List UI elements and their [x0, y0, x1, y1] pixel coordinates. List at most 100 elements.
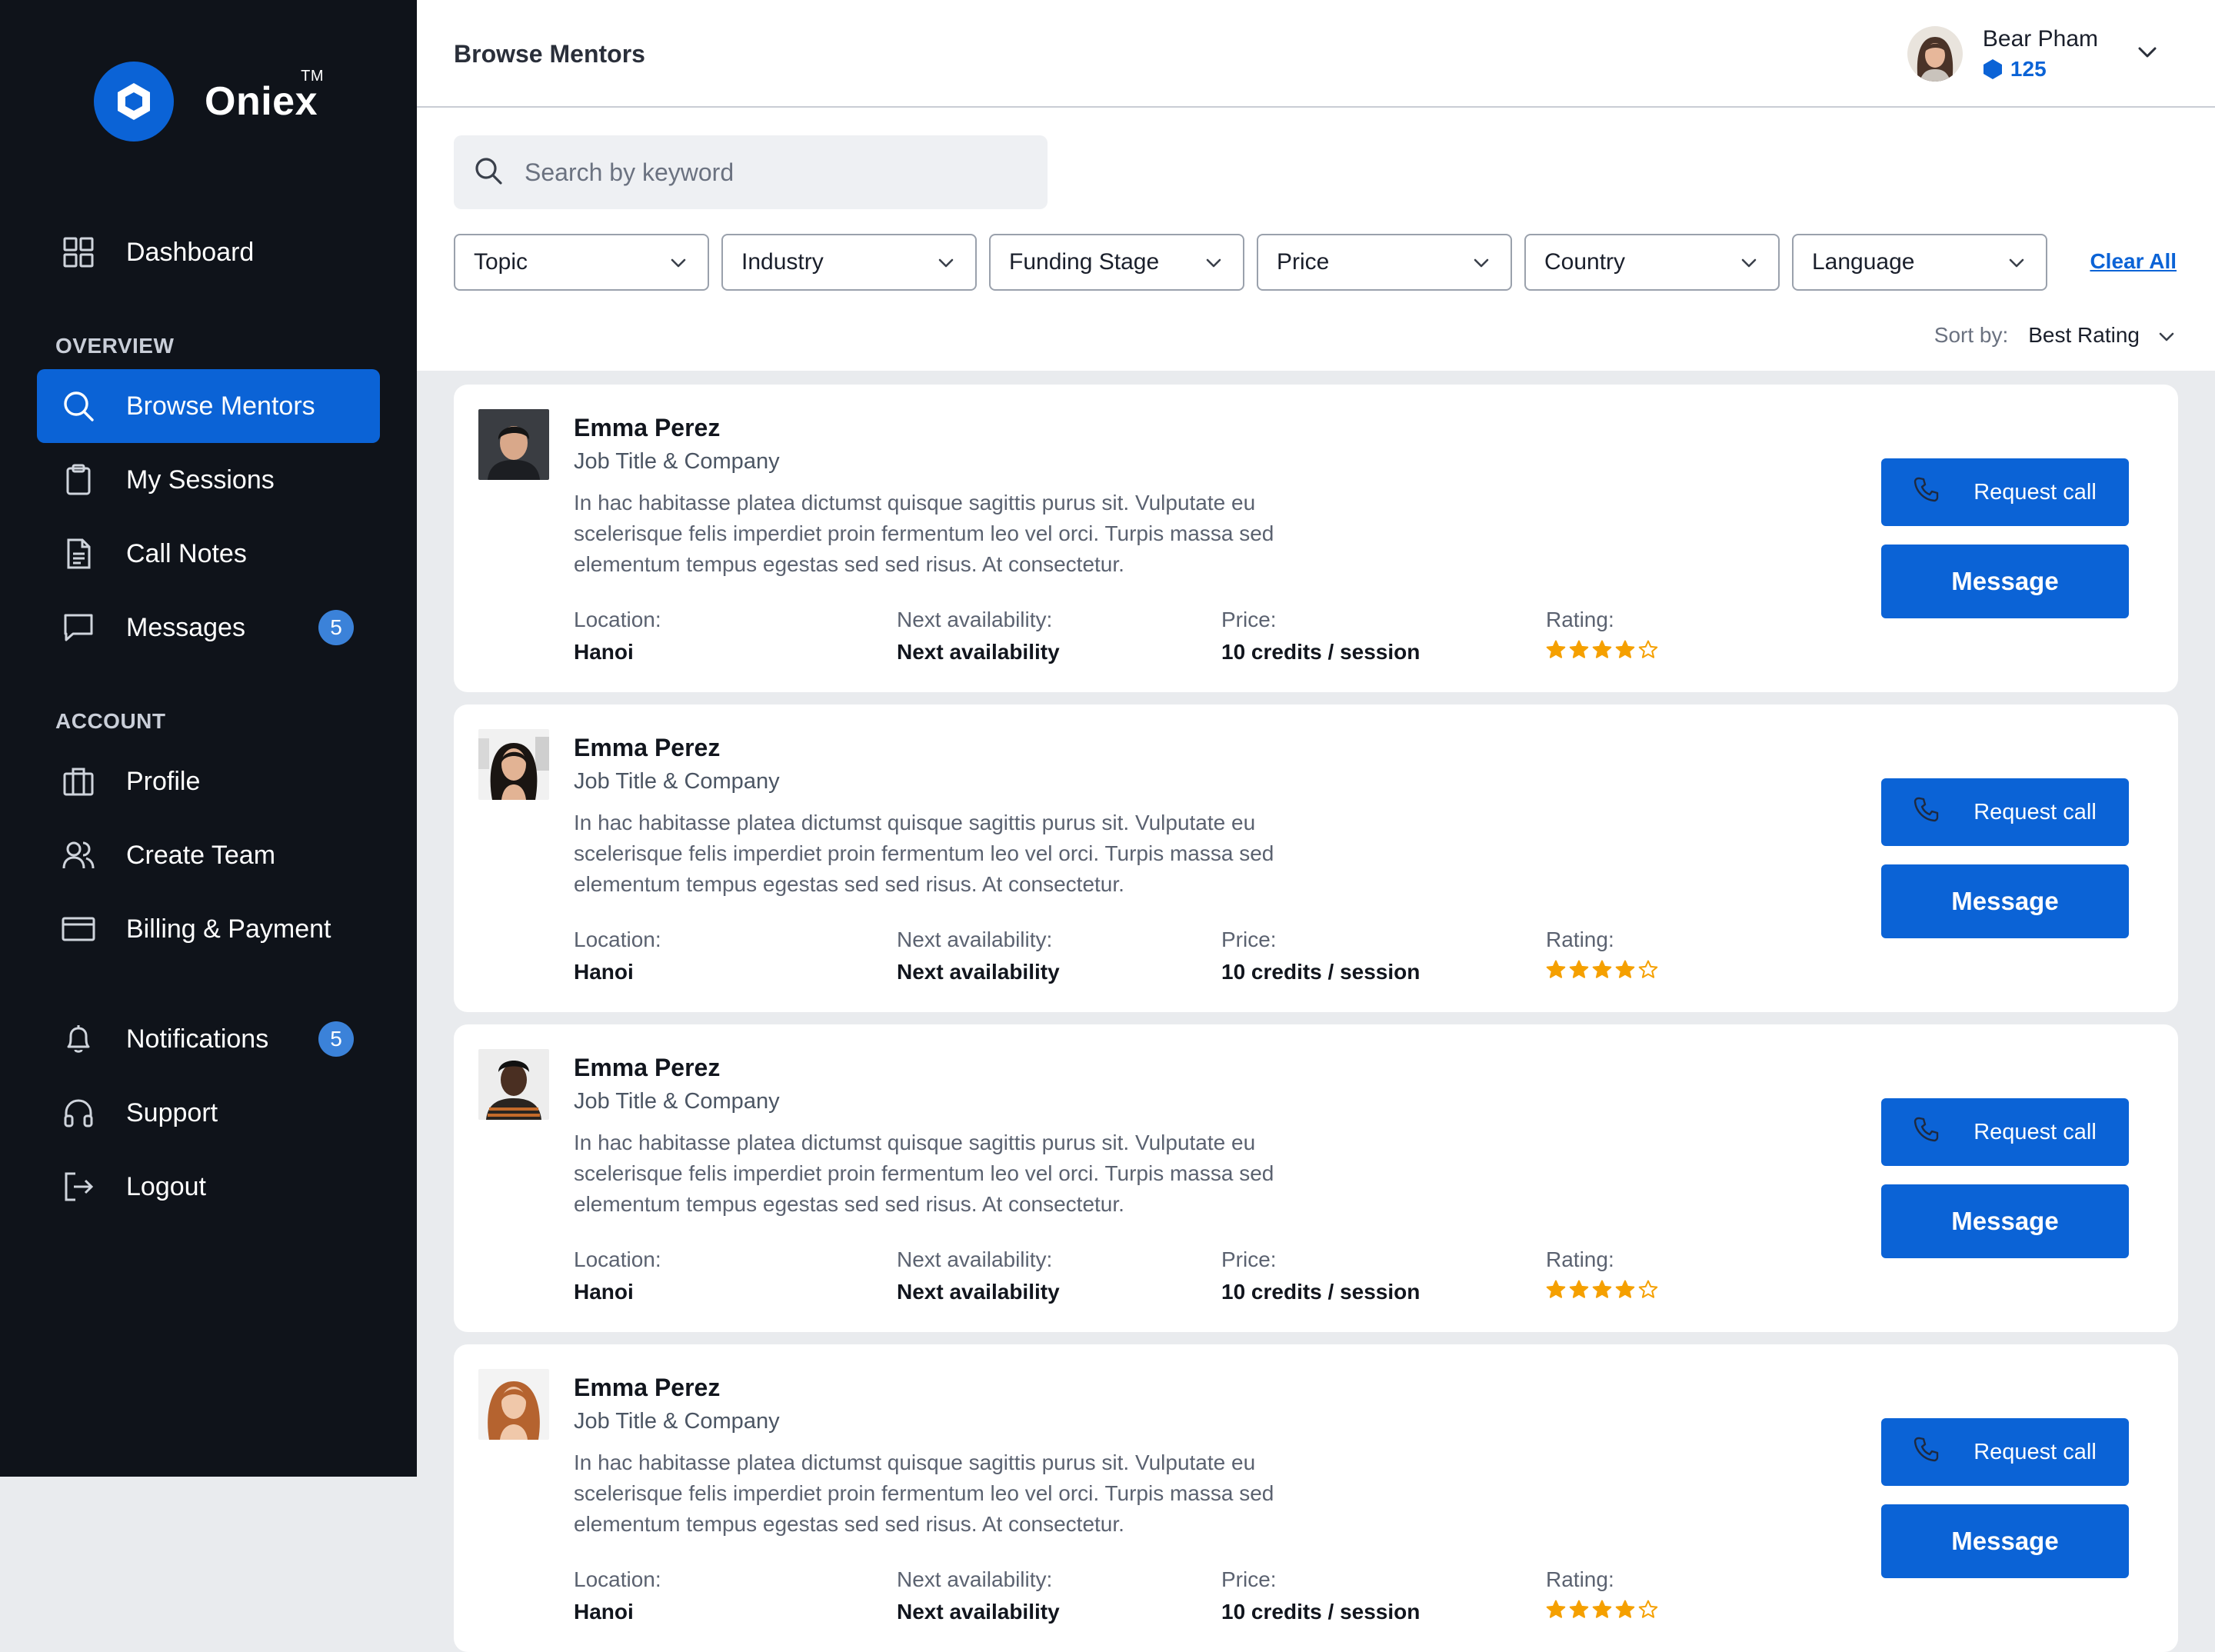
- location-value: Hanoi: [574, 1280, 634, 1304]
- mentor-photo[interactable]: [478, 729, 549, 800]
- chevron-down-icon[interactable]: [2137, 45, 2158, 63]
- filter-label: Price: [1277, 249, 1330, 275]
- availability-value: Next availability: [897, 1280, 1060, 1304]
- sidebar-item-messages[interactable]: Messages 5: [37, 591, 380, 664]
- filter-industry[interactable]: Industry: [721, 234, 977, 291]
- request-call-button[interactable]: Request call: [1881, 1418, 2129, 1486]
- message-button[interactable]: Message: [1881, 1504, 2129, 1578]
- filter-price[interactable]: Price: [1257, 234, 1512, 291]
- availability-label: Next availability:: [897, 608, 1053, 631]
- sort-control[interactable]: Sort by: Best Rating: [1934, 323, 2175, 348]
- clipboard-icon: [62, 463, 95, 497]
- filter-label: Topic: [474, 249, 528, 275]
- chat-icon: [62, 611, 95, 644]
- filter-language[interactable]: Language: [1792, 234, 2047, 291]
- logo[interactable]: Oniex TM: [94, 62, 324, 142]
- filter-country[interactable]: Country: [1524, 234, 1780, 291]
- search-input[interactable]: [523, 157, 1018, 188]
- mentor-card: Emma Perez Job Title & Company In hac ha…: [454, 1024, 2178, 1332]
- location-value: Hanoi: [574, 640, 634, 664]
- star-filled-icon: [1569, 1280, 1589, 1298]
- chevron-down-icon: [1740, 249, 1758, 275]
- mentor-photo[interactable]: [478, 409, 549, 480]
- sidebar-item-logout[interactable]: Logout: [37, 1150, 380, 1224]
- rating-stars: [1546, 1280, 1661, 1299]
- price-label: Price:: [1221, 928, 1277, 951]
- mentor-name[interactable]: Emma Perez: [574, 1054, 720, 1082]
- credits-value: 125: [2010, 57, 2047, 81]
- location-label: Location:: [574, 1567, 661, 1591]
- request-call-button[interactable]: Request call: [1881, 778, 2129, 846]
- mentor-photo[interactable]: [478, 1369, 549, 1440]
- rating-label: Rating:: [1546, 608, 1614, 631]
- filter-topic[interactable]: Topic: [454, 234, 709, 291]
- request-call-label: Request call: [1974, 799, 2097, 824]
- star-filled-icon: [1615, 640, 1635, 658]
- sidebar-item-create-team[interactable]: Create Team: [37, 818, 380, 892]
- sidebar-item-label: Billing & Payment: [126, 914, 331, 944]
- sidebar-item-label: Call Notes: [126, 538, 247, 568]
- search-icon: [474, 156, 503, 189]
- grid-icon: [62, 235, 95, 269]
- location-field: Location: Hanoi: [574, 1567, 661, 1624]
- sidebar-item-label: Notifications: [126, 1024, 269, 1054]
- sidebar-item-my-sessions[interactable]: My Sessions: [37, 443, 380, 517]
- sidebar: Oniex TM Dashboard OVERVIEW Browse Mentor…: [0, 0, 417, 1477]
- availability-label: Next availability:: [897, 928, 1053, 951]
- rating-stars: [1546, 640, 1661, 659]
- mentor-role: Job Title & Company: [574, 449, 780, 474]
- price-value: 10 credits / session: [1221, 1600, 1421, 1624]
- user-menu[interactable]: Bear Pham 125: [1907, 26, 2158, 82]
- phone-icon: [1914, 1436, 1940, 1468]
- search-icon: [62, 389, 95, 423]
- sidebar-item-dashboard[interactable]: Dashboard: [37, 215, 380, 289]
- oniex-logo-icon: [94, 62, 174, 142]
- message-button[interactable]: Message: [1881, 1184, 2129, 1258]
- sidebar-item-billing-payment[interactable]: Billing & Payment: [37, 892, 380, 966]
- sidebar-item-support[interactable]: Support: [37, 1076, 380, 1150]
- message-label: Message: [1951, 1207, 2059, 1235]
- clear-all-link[interactable]: Clear All: [2090, 249, 2177, 274]
- message-label: Message: [1951, 567, 2059, 595]
- sidebar-item-label: Create Team: [126, 840, 276, 870]
- mentor-name[interactable]: Emma Perez: [574, 1374, 720, 1402]
- user-avatar[interactable]: [1907, 26, 1963, 82]
- sidebar-item-call-notes[interactable]: Call Notes: [37, 517, 380, 591]
- location-label: Location:: [574, 608, 661, 631]
- price-value: 10 credits / session: [1221, 960, 1421, 984]
- rating-field: Rating:: [1546, 1247, 1661, 1299]
- message-label: Message: [1951, 1527, 2059, 1555]
- sidebar-item-notifications[interactable]: Notifications 5: [37, 1002, 380, 1076]
- credit-hexagon-icon: [1983, 59, 2002, 79]
- location-field: Location: Hanoi: [574, 928, 661, 984]
- star-filled-icon: [1569, 960, 1589, 978]
- rating-label: Rating:: [1546, 1247, 1614, 1271]
- filter-label: Funding Stage: [1009, 249, 1160, 275]
- location-label: Location:: [574, 1247, 661, 1271]
- price-value: 10 credits / session: [1221, 1280, 1421, 1304]
- request-call-button[interactable]: Request call: [1881, 458, 2129, 526]
- price-field: Price: 10 credits / session: [1221, 1567, 1420, 1624]
- sort-value: Best Rating: [2028, 323, 2140, 347]
- filter-label: Language: [1812, 249, 1915, 275]
- availability-label: Next availability:: [897, 1567, 1053, 1591]
- mentor-name[interactable]: Emma Perez: [574, 734, 720, 762]
- sidebar-item-browse-mentors[interactable]: Browse Mentors: [37, 369, 380, 443]
- filter-funding-stage[interactable]: Funding Stage: [989, 234, 1244, 291]
- notifications-count-badge: 5: [318, 1021, 354, 1057]
- sidebar-item-profile[interactable]: Profile: [37, 744, 380, 818]
- mentor-photo[interactable]: [478, 1049, 549, 1120]
- message-button[interactable]: Message: [1881, 864, 2129, 938]
- search-box[interactable]: [454, 135, 1048, 209]
- sidebar-item-label: Profile: [126, 766, 201, 796]
- mentor-card: Emma Perez Job Title & Company In hac ha…: [454, 385, 2178, 692]
- app-name: Oniex TM: [205, 68, 324, 124]
- mentor-description: In hac habitasse platea dictumst quisque…: [574, 1450, 1274, 1536]
- request-call-button[interactable]: Request call: [1881, 1098, 2129, 1166]
- message-button[interactable]: Message: [1881, 545, 2129, 618]
- rating-stars: [1546, 960, 1661, 979]
- star-filled-icon: [1569, 640, 1589, 658]
- mentor-name[interactable]: Emma Perez: [574, 414, 720, 442]
- document-icon: [62, 537, 95, 571]
- star-empty-icon: [1638, 960, 1658, 978]
